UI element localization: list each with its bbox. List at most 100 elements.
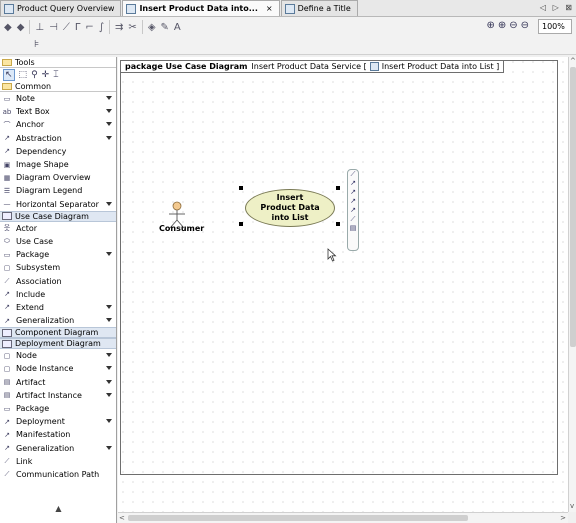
tab-define-a-title[interactable]: Define a Title <box>280 0 358 16</box>
scroll-right-icon[interactable]: > <box>560 514 566 522</box>
fill-color-icon[interactable]: ◈ <box>148 22 156 33</box>
oblique-path-icon[interactable]: ⌐ <box>85 22 93 33</box>
generalization-icon[interactable]: ↗ <box>348 197 358 206</box>
tab-product-query-overview[interactable]: Product Query Overview <box>0 0 122 16</box>
palette-item[interactable]: ⟋ Link <box>0 455 116 468</box>
palette-item[interactable]: ab Text Box <box>0 105 116 118</box>
horizontal-scrollbar[interactable]: < > <box>118 512 568 523</box>
selection-handle[interactable] <box>336 186 340 190</box>
insert-space-tool-icon[interactable]: ⌶ <box>53 70 58 80</box>
chevron-down-icon[interactable] <box>106 201 112 206</box>
palette-item[interactable]: ↗ Dependency <box>0 145 116 158</box>
palette-item[interactable]: ⬭ Use Case <box>0 235 116 248</box>
realization-icon[interactable]: ⟋ <box>348 215 358 224</box>
path-style-icon[interactable]: ⟋ <box>63 22 70 33</box>
bezier-path-icon[interactable]: ∫ <box>99 22 104 33</box>
navigate-forward-icon[interactable]: ◆ <box>17 22 25 33</box>
horizontal-scroll-thumb[interactable] <box>128 515 468 521</box>
association-icon[interactable]: ⟋ <box>348 170 358 179</box>
distribute-icon[interactable]: ⊣ <box>49 22 58 33</box>
close-icon[interactable]: × <box>266 4 273 13</box>
palette-item[interactable]: ↗ Generalization <box>0 314 116 327</box>
diagram-canvas[interactable]: package Use Case Diagram Insert Product … <box>118 57 568 512</box>
palette-group-common[interactable]: Common <box>0 81 116 92</box>
zoom-out-icon[interactable]: ⊖ <box>509 20 520 31</box>
rectilinear-path-icon[interactable]: Γ <box>75 22 81 33</box>
zoom-fit-icon[interactable]: ⊕ <box>486 20 497 31</box>
palette-item[interactable]: ↗ Extend <box>0 301 116 314</box>
chevron-down-icon[interactable] <box>106 379 112 384</box>
chevron-down-icon[interactable] <box>106 109 112 114</box>
palette-item[interactable]: ↗ Generalization <box>0 442 116 455</box>
chevron-down-icon[interactable] <box>106 96 112 100</box>
marquee-tool-icon[interactable]: ⬚ <box>19 70 28 80</box>
palette-item[interactable]: ▤ Artifact <box>0 376 116 389</box>
palette-item[interactable]: ▭ Package <box>0 248 116 261</box>
palette-section-header[interactable]: Component Diagram <box>0 327 116 339</box>
selection-handle[interactable] <box>336 222 340 226</box>
pan-tool-icon[interactable]: ⚲ <box>31 70 38 80</box>
hierarchy-icon[interactable]: ⊧ <box>34 39 39 50</box>
scroll-left-icon[interactable]: < <box>119 514 125 522</box>
palette-item[interactable]: ▭ Package <box>0 402 116 415</box>
zoom-in-icon[interactable]: ⊕ <box>498 20 509 31</box>
palette-item[interactable]: ⟋ Communication Path <box>0 468 116 481</box>
palette-item[interactable]: ▭ Note <box>0 92 116 105</box>
chevron-down-icon[interactable] <box>106 135 112 140</box>
palette-item[interactable]: — Horizontal Separator <box>0 198 116 211</box>
line-color-icon[interactable]: ✎ <box>161 22 169 33</box>
palette-item[interactable]: ⟋ Association <box>0 274 116 287</box>
include-icon: ↗ <box>4 290 10 299</box>
pointer-tool-icon[interactable]: ↖ <box>3 68 15 81</box>
chevron-down-icon[interactable] <box>106 445 112 450</box>
palette-item[interactable]: ↗ Include <box>0 288 116 301</box>
palette-section-header[interactable]: Deployment Diagram <box>0 338 116 350</box>
scroll-up-icon[interactable]: ^ <box>570 57 576 65</box>
dependency-icon[interactable]: ↗ <box>348 206 358 215</box>
note-icon[interactable]: ▤ <box>348 224 358 233</box>
chevron-down-icon[interactable] <box>106 392 112 397</box>
navigate-back-icon[interactable]: ◆ <box>4 22 12 33</box>
font-color-icon[interactable]: A <box>174 22 181 33</box>
vertical-scroll-thumb[interactable] <box>570 67 576 347</box>
zoom-select[interactable]: 100% <box>538 19 572 34</box>
diagram-icon <box>284 3 295 14</box>
tab-insert-product-data[interactable]: Insert Product Data into... × <box>122 0 280 16</box>
selection-handle[interactable] <box>239 222 243 226</box>
chevron-down-icon[interactable] <box>106 353 112 358</box>
palette-item[interactable]: ▣ Image Shape <box>0 158 116 171</box>
chevron-down-icon[interactable] <box>106 252 112 257</box>
chevron-down-icon[interactable] <box>106 122 112 127</box>
palette-item[interactable]: 웃 Actor <box>0 222 116 235</box>
palette-item[interactable]: ▦ Diagram Overview <box>0 171 116 184</box>
palette-group-tools[interactable]: Tools <box>0 57 116 68</box>
chevron-down-icon[interactable] <box>106 304 112 309</box>
zoom-reset-icon[interactable]: ⊖ <box>521 20 532 31</box>
palette-item[interactable]: ⌒ Anchor <box>0 118 116 131</box>
palette-item[interactable]: ▢ Node Instance <box>0 362 116 375</box>
layout-icon[interactable]: ⇉ <box>115 22 123 33</box>
tab-navigation[interactable]: ◁ ▷ ⊠ <box>540 3 574 12</box>
palette-item[interactable]: ↗ Manifestation <box>0 428 116 441</box>
palette-item[interactable]: ↗ Abstraction <box>0 132 116 145</box>
extend-icon[interactable]: ↗ <box>348 188 358 197</box>
palette-item[interactable]: ↗ Deployment <box>0 415 116 428</box>
chevron-down-icon[interactable] <box>106 419 112 424</box>
move-tool-icon[interactable]: ✛ <box>42 70 50 80</box>
selection-handle[interactable] <box>239 186 243 190</box>
scroll-down-icon[interactable]: v <box>570 502 574 510</box>
palette-item[interactable]: ☰ Diagram Legend <box>0 184 116 197</box>
palette-item[interactable]: ▢ Node <box>0 349 116 362</box>
align-icon[interactable]: ⊥ <box>35 22 44 33</box>
cut-icon[interactable]: ✂ <box>128 22 136 33</box>
palette-scroll-up-icon[interactable]: ▲ <box>0 504 117 513</box>
use-case-ellipse[interactable]: Insert Product Data into List <box>245 189 335 227</box>
chevron-down-icon[interactable] <box>106 366 112 371</box>
chevron-down-icon[interactable] <box>106 318 112 322</box>
palette-section-header[interactable]: Use Case Diagram <box>0 210 116 222</box>
palette-item[interactable]: ▢ Subsystem <box>0 261 116 274</box>
include-icon[interactable]: ↗ <box>348 179 358 188</box>
smart-manipulator-toolbar[interactable]: ⟋ ↗ ↗ ↗ ↗ ⟋ ▤ <box>347 169 359 251</box>
vertical-scrollbar[interactable]: ^ v <box>568 57 576 512</box>
palette-item[interactable]: ▤ Artifact Instance <box>0 389 116 402</box>
